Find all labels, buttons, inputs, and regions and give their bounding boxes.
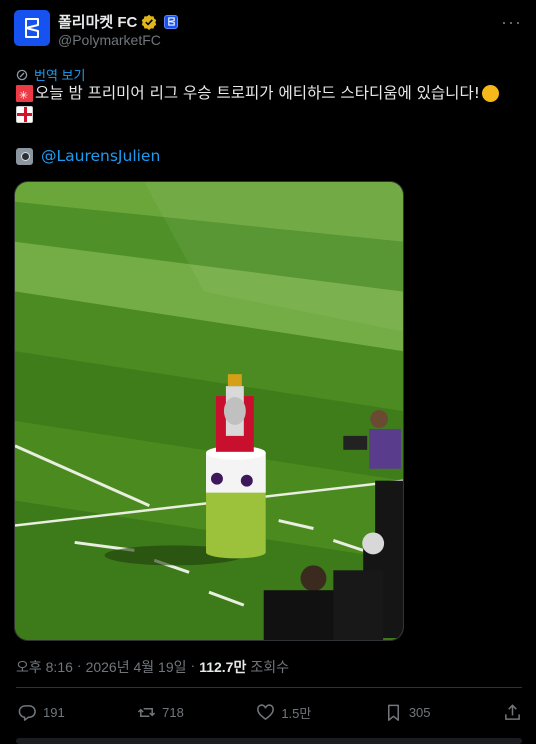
reply-icon [18, 704, 36, 721]
post-image[interactable] [14, 181, 404, 641]
post-time[interactable]: 오후 8:16 [16, 657, 73, 677]
meta-separator: · [76, 657, 82, 673]
bottom-edge [16, 738, 522, 744]
mention-link[interactable]: @LaurensJulien [41, 146, 160, 167]
avatar[interactable] [14, 10, 50, 46]
meta-separator: · [190, 657, 196, 673]
stadium-photo [15, 182, 403, 640]
divider [16, 687, 522, 688]
translate-link[interactable]: 번역 보기 [16, 65, 85, 84]
like-icon [257, 703, 275, 720]
flag-emoji-icon [16, 85, 33, 106]
repost-count: 718 [162, 704, 184, 720]
reply-count: 191 [43, 704, 65, 720]
bookmark-icon [387, 704, 399, 721]
text-line-3: @LaurensJulien [16, 146, 526, 167]
views-count: 112.7만 [199, 659, 247, 675]
action-bar: 191 718 1.5만 305 [18, 700, 522, 724]
bookmark-count: 305 [408, 704, 431, 720]
handle[interactable]: @PolymarketFC [58, 32, 161, 48]
text-line-2 [16, 106, 526, 123]
post-header: 폴리마켓 FC @PolymarketFC ··· [14, 10, 522, 50]
text-line-1: 오늘 밤 프리미어 리그 우승 트로피가 에티하드 스타디움에 있습니다! [16, 83, 526, 106]
share-icon [505, 703, 520, 720]
bookmark-button[interactable]: 305 [384, 703, 431, 722]
reply-button[interactable]: 191 [18, 703, 65, 722]
affiliate-badge-icon[interactable] [164, 14, 179, 29]
translate-label: 번역 보기 [34, 68, 86, 83]
post-date[interactable]: 2026년 4월 19일 [86, 657, 187, 677]
like-button[interactable]: 1.5만 [256, 703, 311, 722]
camera-emoji-icon [16, 148, 33, 165]
display-name[interactable]: 폴리마켓 FC [58, 11, 137, 32]
star-struck-emoji-icon [481, 85, 499, 102]
repost-icon [138, 707, 156, 717]
views-label: 조회수 [250, 659, 289, 675]
verified-gold-icon[interactable] [141, 14, 157, 30]
more-icon[interactable]: ··· [501, 12, 522, 33]
post-meta: 오후 8:16 · 2026년 4월 19일 · 112.7만 조회수 [16, 657, 289, 677]
polymarket-logo-icon [25, 18, 39, 38]
post-text-main: 오늘 밤 프리미어 리그 우승 트로피가 에티하드 스타디움에 있습니다! [35, 84, 480, 102]
repost-button[interactable]: 718 [137, 703, 184, 722]
share-button[interactable] [503, 703, 522, 722]
england-flag-emoji-icon [16, 106, 33, 123]
post-text: 오늘 밤 프리미어 리그 우승 트로피가 에티하드 스타디움에 있습니다! @L… [16, 83, 526, 167]
translate-icon [16, 69, 28, 80]
like-count: 1.5만 [281, 705, 312, 721]
name-row: 폴리마켓 FC [58, 11, 179, 32]
